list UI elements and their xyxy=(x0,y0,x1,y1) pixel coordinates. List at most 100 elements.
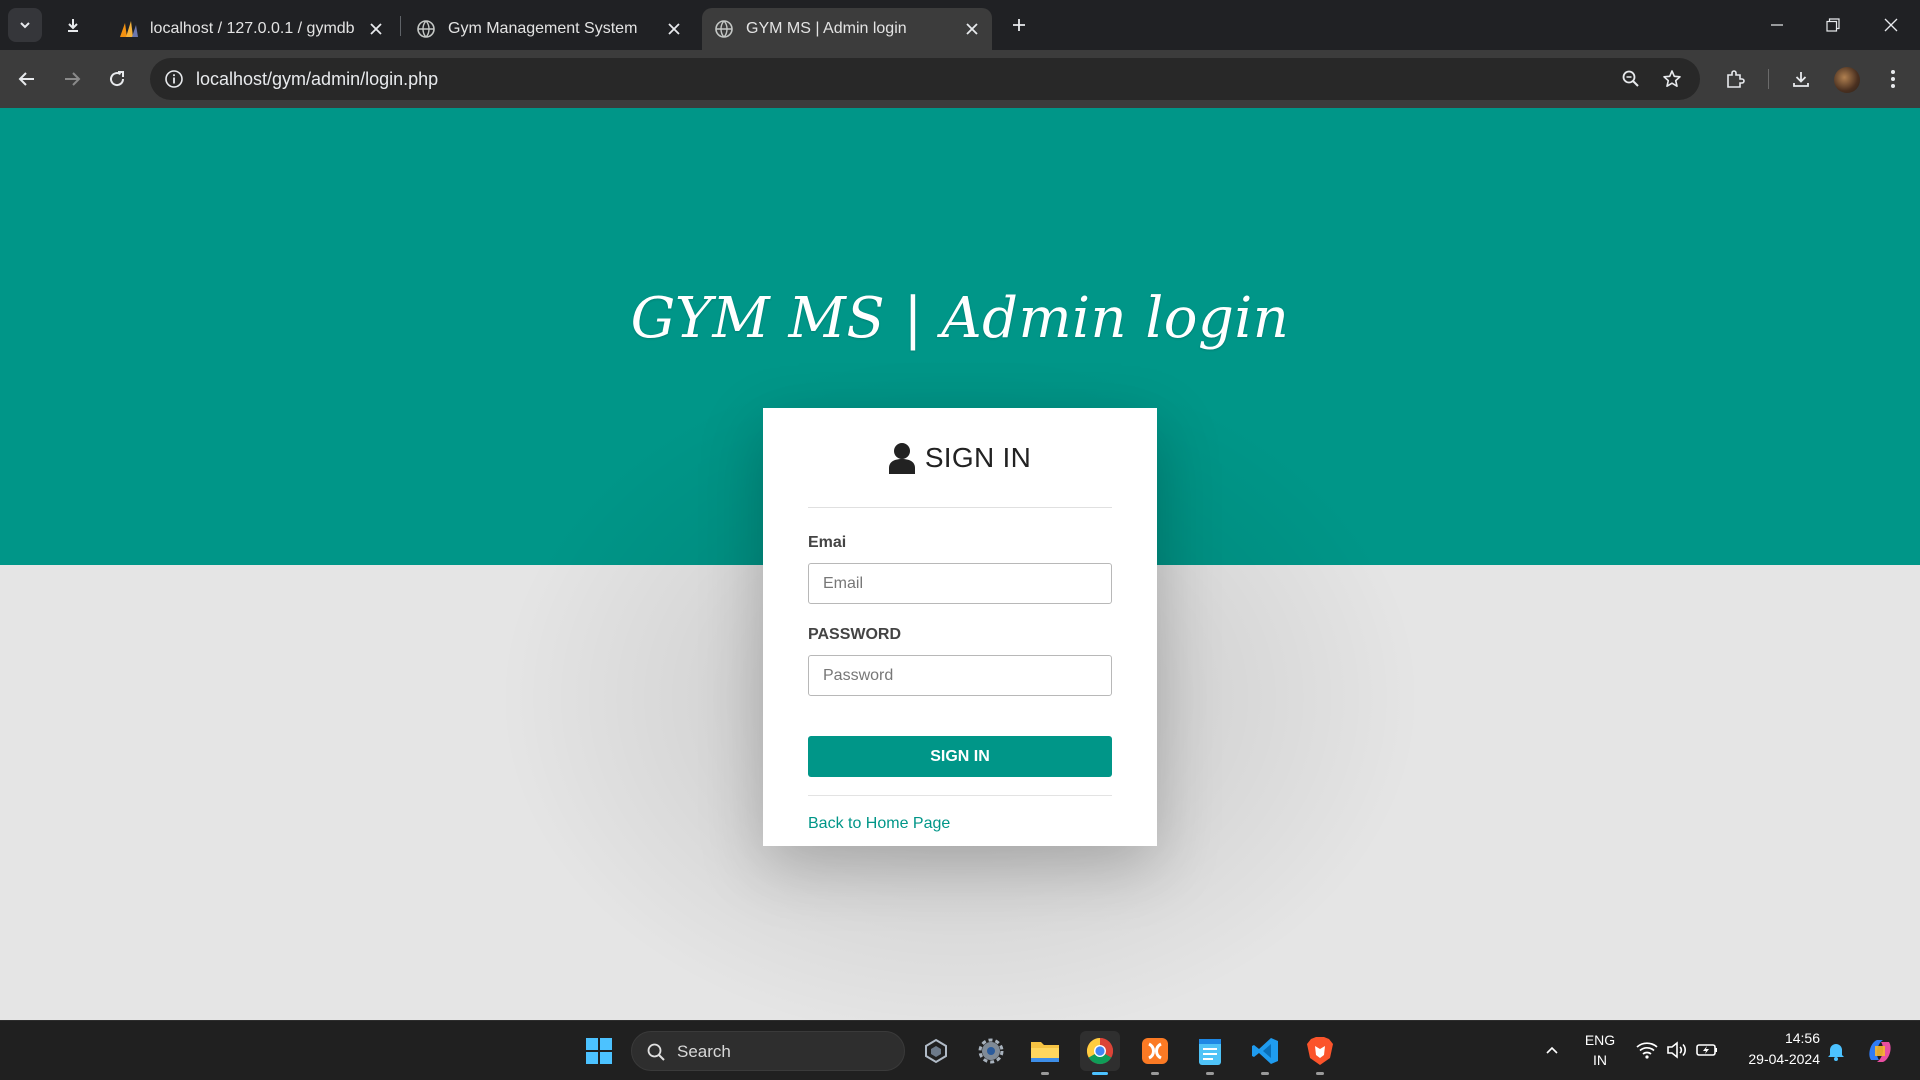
taskbar-notepad[interactable] xyxy=(1190,1031,1230,1075)
arrow-left-icon xyxy=(18,72,34,86)
download-tab-button[interactable] xyxy=(58,10,88,40)
browser-menu-button[interactable] xyxy=(1876,62,1910,96)
reload-icon xyxy=(110,71,125,87)
battery-charging-icon xyxy=(1696,1044,1717,1056)
close-icon xyxy=(1884,18,1898,32)
tab-title: localhost / 127.0.0.1 / gymdb | phpMyAdm… xyxy=(150,20,360,37)
sign-in-button[interactable]: SIGN IN xyxy=(808,736,1112,777)
tab-title: GYM MS | Admin login xyxy=(746,20,907,37)
close-icon xyxy=(370,23,382,35)
notifications-button[interactable] xyxy=(1816,1031,1856,1071)
star-icon xyxy=(1663,70,1681,87)
running-indicator xyxy=(1151,1072,1159,1075)
region-code: IN xyxy=(1593,1052,1607,1068)
bookmark-button[interactable] xyxy=(1660,67,1684,91)
running-indicator xyxy=(1316,1072,1324,1075)
tab-gym-management[interactable]: Gym Management System xyxy=(404,8,694,50)
start-button[interactable] xyxy=(579,1031,619,1071)
close-tab-button[interactable] xyxy=(962,19,982,39)
brave-icon xyxy=(1307,1037,1333,1065)
taskbar-xampp[interactable] xyxy=(1135,1031,1175,1075)
extensions-button[interactable] xyxy=(1718,62,1752,96)
email-input[interactable] xyxy=(808,563,1112,604)
task-view-button[interactable] xyxy=(916,1031,956,1071)
tab-title: Gym Management System xyxy=(448,20,638,37)
divider xyxy=(808,795,1112,796)
clock-time: 14:56 xyxy=(1784,1030,1820,1046)
browser-tab-strip: localhost / 127.0.0.1 / gymdb | phpMyAdm… xyxy=(0,0,1920,50)
notepad-icon xyxy=(1199,1039,1221,1065)
tab-phpmyadmin[interactable]: localhost / 127.0.0.1 / gymdb | phpMyAdm… xyxy=(106,8,396,50)
email-label: Emai xyxy=(808,534,847,551)
clock[interactable]: 14:56 29-04-2024 xyxy=(1730,1030,1820,1072)
page-title: GYM MS | Admin login xyxy=(630,286,1290,351)
url-text[interactable]: localhost/gym/admin/login.php xyxy=(196,69,438,90)
running-indicator xyxy=(1041,1072,1049,1075)
chevron-down-icon xyxy=(20,22,30,29)
chevron-up-icon xyxy=(1546,1046,1558,1054)
taskbar-chrome[interactable] xyxy=(1080,1031,1120,1075)
reload-button[interactable] xyxy=(100,62,134,96)
taskbar-settings[interactable] xyxy=(971,1031,1011,1071)
volume-icon xyxy=(1667,1041,1686,1059)
toolbar-separator xyxy=(1768,69,1769,89)
tab-separator xyxy=(400,16,401,36)
back-button[interactable] xyxy=(10,62,44,96)
site-info-icon[interactable] xyxy=(162,67,186,91)
forward-button[interactable] xyxy=(55,62,89,96)
plus-icon xyxy=(1013,19,1025,31)
system-tray-status[interactable] xyxy=(1632,1039,1722,1063)
language-indicator[interactable]: ENG IN xyxy=(1578,1032,1622,1072)
xampp-icon xyxy=(1142,1038,1168,1064)
close-tab-button[interactable] xyxy=(664,19,684,39)
bell-icon xyxy=(1828,1044,1844,1061)
globe-icon xyxy=(714,19,734,39)
running-indicator xyxy=(1206,1072,1214,1075)
tab-admin-login[interactable]: GYM MS | Admin login xyxy=(702,8,992,50)
wifi-icon xyxy=(1636,1042,1658,1059)
login-title: SIGN IN xyxy=(924,441,1032,473)
chrome-icon xyxy=(1086,1037,1114,1065)
user-icon xyxy=(888,442,915,474)
close-window-button[interactable] xyxy=(1868,8,1914,42)
tab-search-button[interactable] xyxy=(8,8,42,42)
close-tab-button[interactable] xyxy=(366,19,386,39)
back-to-home-link[interactable]: Back to Home Page xyxy=(808,815,950,833)
folder-icon xyxy=(1031,1042,1059,1062)
address-bar[interactable]: localhost/gym/admin/login.php xyxy=(150,58,1700,100)
more-vert-icon xyxy=(1891,70,1895,88)
taskbar-file-explorer[interactable] xyxy=(1025,1031,1065,1075)
close-icon xyxy=(966,23,978,35)
taskbar: Search ENG IN 14:56 29-04-2024 xyxy=(0,1020,1920,1080)
show-hidden-icons-button[interactable] xyxy=(1532,1031,1572,1071)
minimize-button[interactable] xyxy=(1754,8,1800,42)
windows-icon xyxy=(586,1038,612,1064)
copilot-button[interactable] xyxy=(1860,1031,1900,1071)
downloads-button[interactable] xyxy=(1784,62,1818,96)
vscode-icon xyxy=(1252,1038,1278,1064)
page-viewport: GYM MS | Admin login SIGN IN Emai PASSWO… xyxy=(0,108,1920,1020)
download-icon xyxy=(68,19,78,32)
taskbar-brave[interactable] xyxy=(1300,1031,1340,1075)
globe-icon xyxy=(416,19,436,39)
download-icon xyxy=(1793,72,1809,87)
clock-date: 29-04-2024 xyxy=(1748,1051,1820,1067)
language-code: ENG xyxy=(1584,1032,1616,1048)
taskbar-vscode[interactable] xyxy=(1245,1031,1285,1075)
close-icon xyxy=(668,23,680,35)
password-input[interactable] xyxy=(808,655,1112,696)
zoom-button[interactable] xyxy=(1619,67,1643,91)
gear-icon xyxy=(978,1038,1004,1064)
puzzle-icon xyxy=(1727,70,1745,88)
new-tab-button[interactable] xyxy=(1004,10,1034,40)
restore-button[interactable] xyxy=(1810,8,1856,42)
restore-icon xyxy=(1826,18,1840,32)
taskbar-search[interactable]: Search xyxy=(631,1031,905,1071)
search-icon xyxy=(647,1043,665,1061)
login-card-header: SIGN IN xyxy=(808,408,1112,508)
profile-avatar[interactable] xyxy=(1834,67,1860,93)
password-label: PASSWORD xyxy=(808,626,902,643)
copilot-icon xyxy=(1869,1040,1891,1062)
phpmyadmin-favicon-icon xyxy=(118,18,140,40)
browser-toolbar: localhost/gym/admin/login.php xyxy=(0,50,1920,108)
